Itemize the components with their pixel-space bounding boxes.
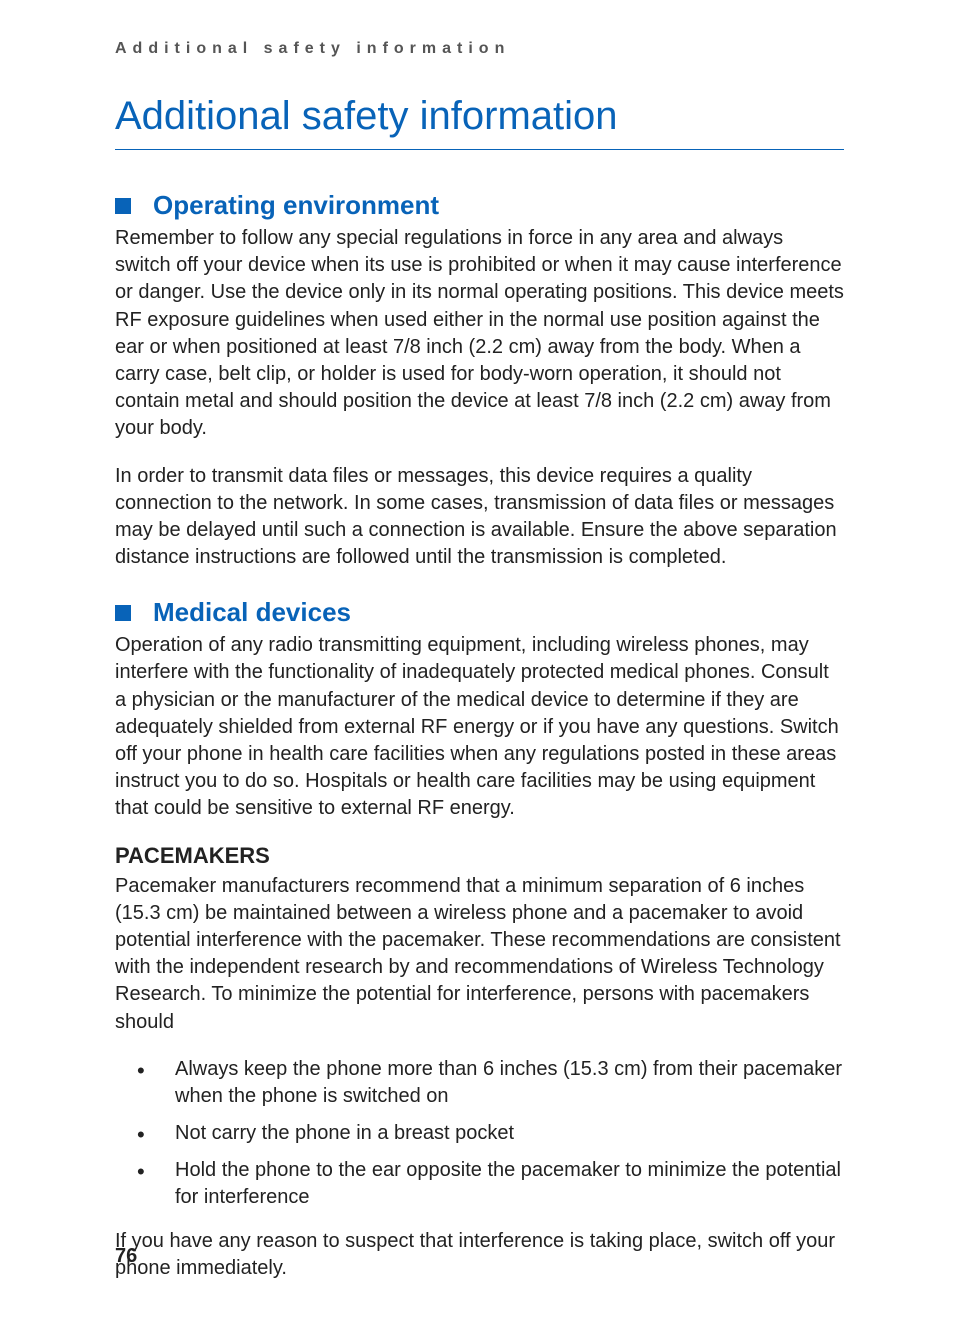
section-title: Operating environment bbox=[153, 190, 439, 221]
section-header: Operating environment bbox=[115, 190, 844, 221]
list-item: Not carry the phone in a breast pocket bbox=[115, 1120, 844, 1147]
section-operating-environment: Operating environment Remember to follow… bbox=[115, 190, 844, 571]
section-header: Medical devices bbox=[115, 597, 844, 628]
body-paragraph: Operation of any radio transmitting equi… bbox=[115, 632, 844, 822]
subsection-title-pacemakers: PACEMAKERS bbox=[115, 843, 844, 869]
list-item: Hold the phone to the ear opposite the p… bbox=[115, 1157, 844, 1211]
body-paragraph: If you have any reason to suspect that i… bbox=[115, 1228, 844, 1282]
square-bullet-icon bbox=[115, 605, 131, 621]
chapter-title: Additional safety information bbox=[115, 94, 844, 150]
body-paragraph: Remember to follow any special regulatio… bbox=[115, 225, 844, 443]
body-paragraph: In order to transmit data files or messa… bbox=[115, 463, 844, 572]
body-paragraph: Pacemaker manufacturers recommend that a… bbox=[115, 873, 844, 1036]
bullet-list: Always keep the phone more than 6 inches… bbox=[115, 1056, 844, 1212]
section-medical-devices: Medical devices Operation of any radio t… bbox=[115, 597, 844, 1282]
page-number: 76 bbox=[115, 1245, 137, 1268]
list-item: Always keep the phone more than 6 inches… bbox=[115, 1056, 844, 1110]
section-title: Medical devices bbox=[153, 597, 351, 628]
square-bullet-icon bbox=[115, 198, 131, 214]
running-header: Additional safety information bbox=[115, 40, 844, 58]
